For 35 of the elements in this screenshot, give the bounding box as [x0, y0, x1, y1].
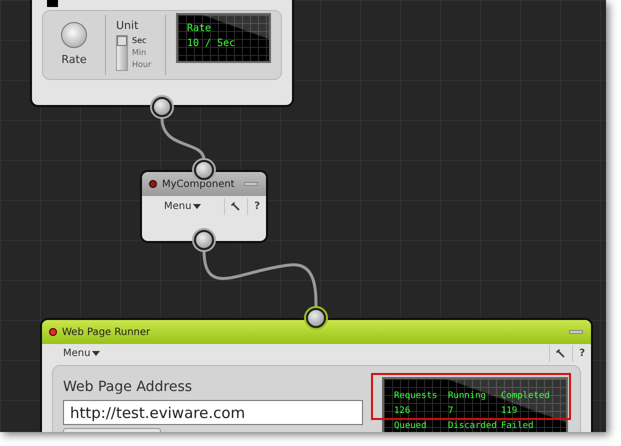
unit-option[interactable]: Sec [132, 34, 152, 46]
unit-option[interactable]: Min [132, 46, 152, 58]
stat-label: Failed [501, 420, 535, 432]
help-button[interactable]: ? [247, 198, 266, 215]
unit-option[interactable]: Hour [132, 58, 152, 70]
display-text: Rate [187, 22, 212, 36]
checkbox-icon [47, 0, 58, 7]
connector-port[interactable] [194, 160, 214, 180]
stat-value: 7 [448, 405, 454, 418]
menu-button[interactable]: Menu [164, 199, 192, 214]
help-button[interactable]: ? [572, 345, 591, 362]
unit-label: Unit [116, 18, 140, 34]
knob-label: Rate [61, 52, 87, 68]
node-title: Web Page Runner [62, 326, 150, 340]
stat-value: 126 [394, 405, 412, 418]
stat-label: Requests [394, 390, 438, 403]
caret-icon [193, 204, 202, 210]
rate-knob[interactable] [61, 22, 87, 48]
stat-label: Running [448, 390, 487, 403]
menu-button[interactable]: Menu [63, 346, 90, 361]
unit-slider[interactable] [116, 34, 128, 70]
node-title: MyComponent [162, 178, 235, 192]
connector-port[interactable] [152, 97, 172, 117]
connector-port[interactable] [306, 308, 326, 328]
connector-port[interactable] [194, 230, 214, 250]
stat-label: Discarded [448, 420, 498, 432]
stat-label: Queued [394, 420, 428, 432]
connector-wire [160, 118, 206, 160]
address-field[interactable]: http://test.eviware.com [63, 400, 363, 425]
address-label: Web Page Address [63, 378, 194, 397]
display-text: 10 / Sec [187, 37, 236, 51]
caret-icon [92, 350, 100, 356]
stat-value: 119 [501, 405, 518, 418]
slider-thumb[interactable] [117, 36, 127, 46]
stat-label: Completed [501, 390, 551, 403]
